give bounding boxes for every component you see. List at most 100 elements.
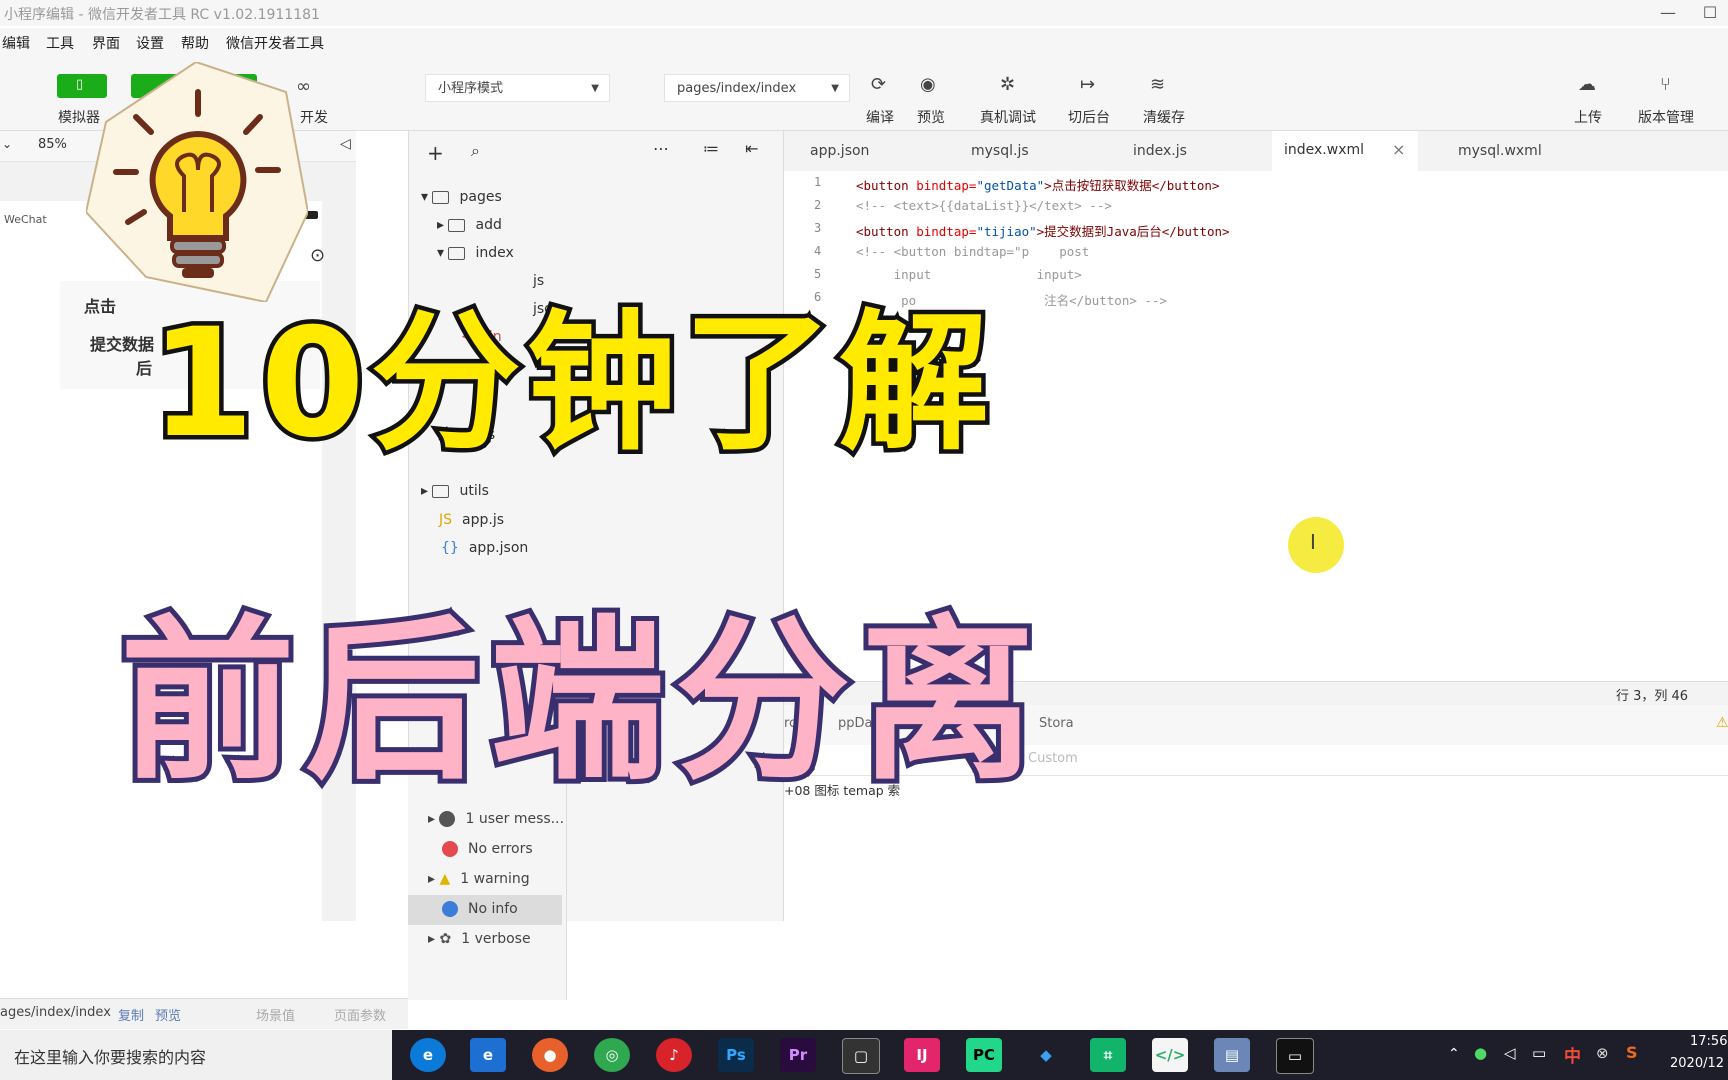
headline-10-minutes: 10分钟了解 [146, 293, 995, 476]
wechat-tray-icon[interactable]: ● [1474, 1044, 1487, 1062]
code-tag-icon[interactable]: </> [1152, 1038, 1188, 1072]
chevron-down-icon[interactable]: ⌄ [2, 137, 12, 151]
info-icon [442, 901, 458, 917]
clock-date[interactable]: 2020/12 [1670, 1056, 1724, 1071]
maximize-icon[interactable]: ☐ [1690, 0, 1728, 26]
chevron-down-icon: ▼ [591, 83, 599, 94]
console-filter-verbose[interactable]: ▸ ✿ 1 verbose [428, 931, 531, 947]
upload-button[interactable]: 上传 [1574, 107, 1602, 127]
chrome-icon[interactable]: ◎ [594, 1038, 630, 1072]
taskbar-search[interactable]: 在这里输入你要搜索的内容 [0, 1030, 392, 1080]
line-number: 3 [814, 221, 822, 235]
close-icon[interactable]: ⊗ [1596, 1044, 1609, 1062]
console-filter-user[interactable]: ▸ 1 user mess... [428, 811, 564, 827]
ie-icon[interactable]: e [470, 1038, 506, 1072]
volume-icon[interactable]: ◁ [1504, 1044, 1516, 1062]
pycharm-icon[interactable]: PC [966, 1038, 1002, 1072]
vscode-icon[interactable]: ◆ [1028, 1038, 1064, 1072]
menu-edit[interactable]: 编辑 [2, 33, 30, 53]
background-button[interactable]: 切后台 [1068, 107, 1110, 127]
notepad-icon[interactable]: ▤ [1214, 1038, 1250, 1072]
line-number: 4 [814, 244, 822, 258]
photoshop-icon[interactable]: Ps [718, 1038, 754, 1072]
network-icon[interactable]: ▭ [1532, 1044, 1546, 1062]
terminal-icon[interactable]: ▭ [1276, 1038, 1314, 1074]
tree-folder-utils[interactable]: ▸ utils [421, 483, 489, 499]
error-icon [442, 841, 458, 857]
json-file-icon: {} [441, 540, 459, 556]
compile-button[interactable]: 编译 [866, 107, 894, 127]
warning-icon: ▲ [439, 871, 451, 887]
tree-file-app-json[interactable]: {} app.json [441, 540, 528, 556]
tree-folder-pages[interactable]: ▾ pages [421, 189, 502, 205]
warning-icon[interactable]: ⚠ [1716, 715, 1728, 731]
window-title: 小程序编辑 - 微信开发者工具 RC v1.02.1911181 [4, 7, 320, 23]
page-select-value: pages/index/index [677, 81, 797, 96]
tab-mysql-wxml[interactable]: mysql.wxml [1458, 131, 1542, 171]
tab-index-wxml[interactable]: index.wxml × [1272, 131, 1418, 171]
headline-frontend-backend-separation: 前后端分离 [115, 596, 1045, 809]
compile-icon[interactable]: ⟳ [871, 74, 886, 95]
tree-file-app-js[interactable]: JS app.js [439, 512, 504, 528]
sogou-icon[interactable]: S [1626, 1043, 1638, 1062]
cursor-highlight [1288, 517, 1344, 573]
tab-index-js[interactable]: index.js [1133, 131, 1187, 171]
search-icon[interactable]: ⌕ [471, 141, 480, 161]
folder-icon [432, 484, 450, 498]
collapse-icon[interactable]: ≔ [703, 139, 719, 158]
preview-icon[interactable]: ◉ [920, 74, 936, 95]
window-icon[interactable]: ▢ [842, 1038, 880, 1074]
wechat-devtools-icon[interactable]: ⌗ [1090, 1038, 1126, 1072]
volume-icon[interactable]: ◁ [340, 136, 351, 152]
more-icon[interactable]: ⋯ [653, 139, 669, 158]
window-titlebar: 小程序编辑 - 微信开发者工具 RC v1.02.1911181 — ☐ [0, 0, 1728, 26]
preview-path-link[interactable]: 预览 [155, 1005, 181, 1024]
page-params[interactable]: 页面参数 [334, 1005, 386, 1024]
bug-icon[interactable]: ✲ [1000, 74, 1015, 95]
copy-path-link[interactable]: 复制 [118, 1005, 144, 1024]
page-select[interactable]: pages/index/index ▼ [664, 74, 850, 102]
scene-value[interactable]: 场景值 [256, 1005, 295, 1024]
menu-wechat-devtools[interactable]: 微信开发者工具 [226, 33, 324, 53]
submit-button-label: 提交数据 [90, 335, 155, 354]
menu-settings[interactable]: 设置 [136, 33, 164, 53]
mode-select[interactable]: 小程序模式 ▼ [425, 74, 610, 102]
layers-icon[interactable]: ≋ [1150, 74, 1165, 95]
add-file-icon[interactable]: + [427, 141, 444, 165]
tab-app-json[interactable]: app.json [810, 131, 869, 171]
premiere-icon[interactable]: Pr [780, 1038, 816, 1072]
phone-icon: ▯ [76, 77, 84, 92]
tree-folder-add[interactable]: ▸ add [437, 217, 502, 233]
menu-tools[interactable]: 工具 [46, 33, 74, 53]
console-filter-errors[interactable]: No errors [442, 841, 533, 857]
close-icon[interactable]: × [1392, 140, 1405, 159]
intellij-icon[interactable]: IJ [904, 1038, 940, 1072]
tab-mysql-js[interactable]: mysql.js [971, 131, 1029, 171]
menu-help[interactable]: 帮助 [181, 33, 209, 53]
firefox-icon[interactable]: ● [532, 1038, 568, 1072]
line-number: 2 [814, 198, 822, 212]
editor-tabs: app.json mysql.js index.js index.wxml × … [784, 131, 1728, 172]
console-filter-info-selected[interactable]: No info [408, 895, 562, 925]
tree-folder-index[interactable]: ▾ index [437, 245, 514, 261]
edge-icon[interactable]: e [410, 1038, 446, 1072]
preview-button[interactable]: 预览 [917, 107, 945, 127]
real-debug-button[interactable]: 真机调试 [980, 107, 1036, 127]
split-icon[interactable]: ⇤ [745, 139, 758, 158]
switch-background-icon[interactable]: ↦ [1080, 74, 1095, 95]
upload-cloud-icon[interactable]: ☁ [1578, 74, 1596, 95]
wechat-carrier: WeChat [4, 213, 47, 226]
zoom-level[interactable]: 85% [38, 137, 67, 152]
cursor-position: 行 3，列 46 [1616, 689, 1689, 704]
netease-music-icon[interactable]: ♪ [656, 1038, 692, 1072]
ime-indicator[interactable]: 中 [1564, 1042, 1581, 1067]
version-branch-icon[interactable]: ⑂ [1660, 74, 1671, 95]
clear-cache-button[interactable]: 清缓存 [1143, 107, 1185, 127]
menu-view[interactable]: 界面 [92, 33, 120, 53]
version-button[interactable]: 版本管理 [1638, 107, 1694, 127]
clock-time[interactable]: 17:56 [1690, 1034, 1727, 1049]
minimize-icon[interactable]: — [1648, 0, 1688, 26]
chevron-up-icon[interactable]: ⌃ [1448, 1046, 1460, 1062]
console-filter-warning[interactable]: ▸ ▲ 1 warning [428, 871, 530, 887]
code-line: <!-- <button bindtap="p post [856, 244, 1090, 259]
